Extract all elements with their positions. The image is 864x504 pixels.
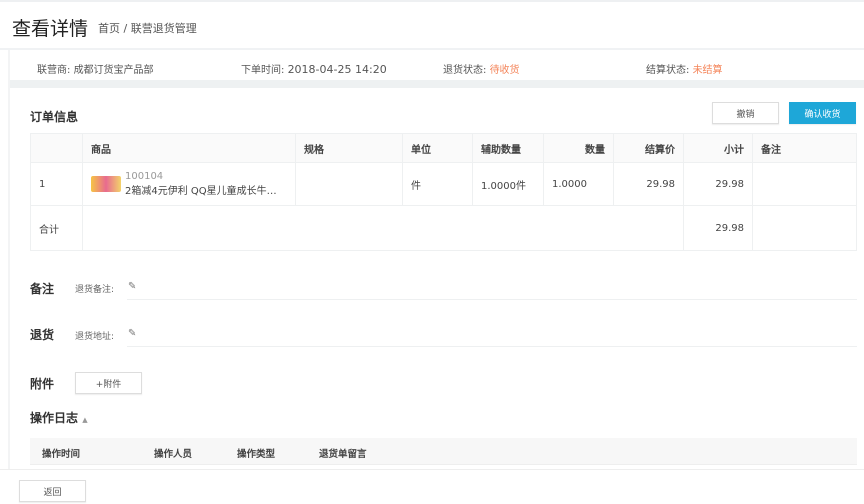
order-info-title: 订单信息 [30, 110, 79, 124]
return-status-badge: 待收货 [489, 65, 520, 76]
return-address-label: 退货地址: [75, 332, 115, 342]
vendor-info: 联营商: 成都订货宝产品部 [37, 65, 154, 76]
return-status-info: 退货状态: 待收货 [443, 65, 520, 76]
add-attachment-button[interactable]: +附件 [75, 372, 142, 394]
top-divider [0, 0, 864, 2]
confirm-receipt-button[interactable]: 确认收货 [789, 102, 856, 124]
settle-status-info: 结算状态: 未结算 [646, 65, 723, 76]
log-table-header: 操作时间 操作人员 操作类型 退货单留言 [30, 438, 857, 465]
back-button[interactable]: 返回 [19, 480, 86, 502]
product-thumbnail [91, 176, 121, 192]
total-row: 合计 29.98 [30, 205, 857, 251]
attachment-title: 附件 [30, 377, 55, 391]
header-divider [0, 48, 864, 50]
order-time-info: 下单时间: 2018-04-25 14:20 [241, 63, 387, 76]
order-table: 商品 规格 单位 辅助数量 数量 结算价 小计 备注 1 100104 2箱减4元… [30, 133, 857, 251]
remark-title: 备注 [30, 282, 55, 296]
settle-status-badge: 未结算 [692, 65, 723, 76]
left-border [8, 50, 10, 470]
breadcrumb[interactable]: 首页 / 联营退货管理 [98, 20, 197, 36]
table-row: 1 100104 2箱减4元伊利 QQ星儿童成长牛… 件 1.0000件 1.00… [30, 162, 857, 206]
table-header: 商品 规格 单位 辅助数量 数量 结算价 小计 备注 [30, 133, 857, 163]
edit-remark-icon[interactable]: ✎ [128, 281, 136, 292]
remark-divider [127, 299, 857, 300]
cancel-button[interactable]: 撤销 [712, 102, 779, 124]
remark-label: 退货备注: [75, 285, 115, 295]
footer-divider [0, 469, 864, 470]
return-divider [127, 346, 857, 347]
product-cell[interactable]: 100104 2箱减4元伊利 QQ星儿童成长牛… [82, 162, 296, 206]
section-band [10, 80, 864, 88]
edit-address-icon[interactable]: ✎ [128, 328, 136, 339]
return-title: 退货 [30, 328, 55, 342]
page-title: 查看详情 [12, 18, 89, 40]
collapse-arrow-icon: ▲ [82, 416, 88, 424]
log-title[interactable]: 操作日志 ▲ [30, 409, 88, 426]
